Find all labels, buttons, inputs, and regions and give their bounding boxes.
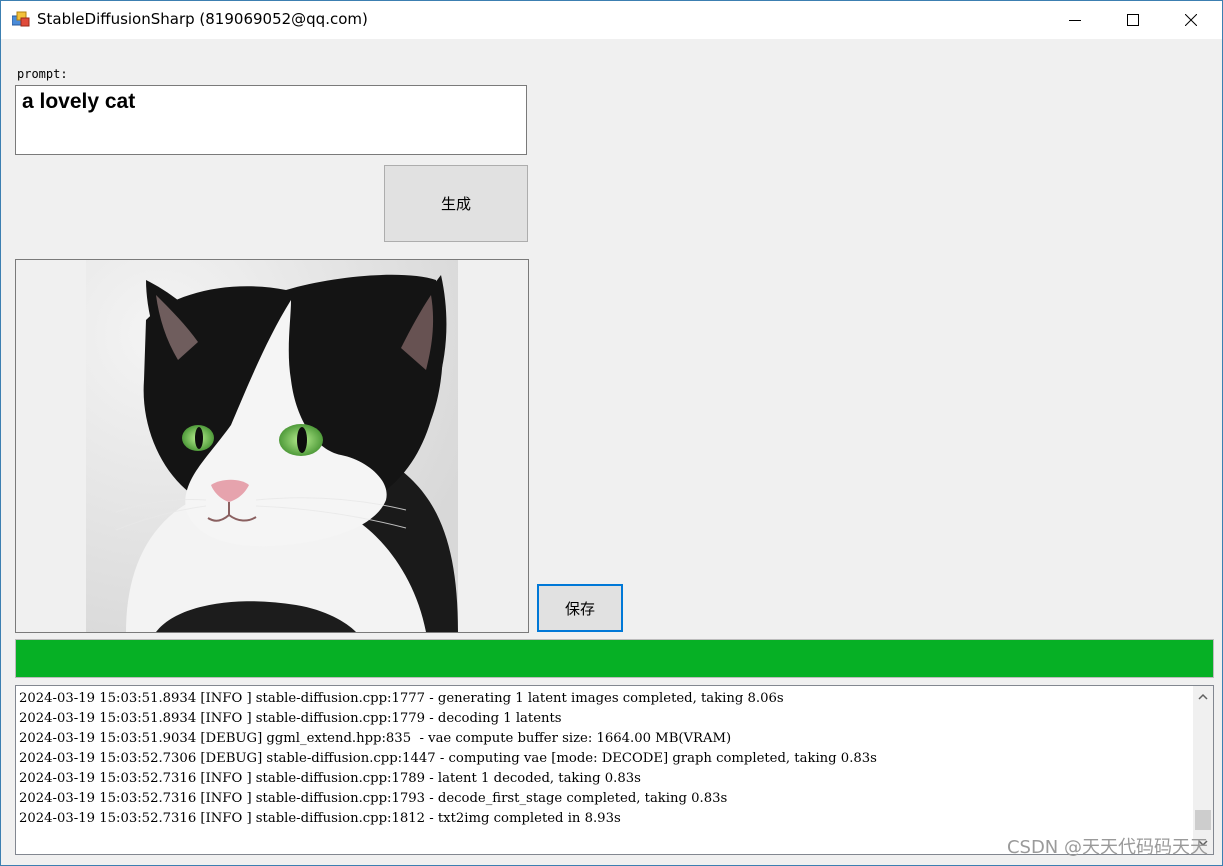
generate-button[interactable]: 生成 — [384, 165, 528, 242]
log-line: 2024-03-19 15:03:51.8934 [INFO ] stable-… — [19, 691, 784, 706]
prompt-text: a lovely cat — [22, 90, 136, 113]
scroll-up-button[interactable] — [1193, 686, 1213, 708]
window-title: StableDiffusionSharp (819069052@qq.com) — [37, 10, 368, 28]
minimize-icon — [1069, 20, 1081, 21]
cat-image — [86, 260, 458, 632]
save-button[interactable]: 保存 — [537, 584, 623, 632]
progress-bar — [15, 639, 1214, 678]
log-lines: 2024-03-19 15:03:51.8934 [INFO ] stable-… — [19, 689, 877, 829]
prompt-input[interactable]: a lovely cat — [15, 85, 527, 155]
image-preview — [15, 259, 529, 633]
title-bar[interactable]: StableDiffusionSharp (819069052@qq.com) — [1, 1, 1222, 39]
scroll-thumb[interactable] — [1195, 810, 1211, 830]
close-button[interactable] — [1162, 1, 1220, 39]
log-line: 2024-03-19 15:03:52.7316 [INFO ] stable-… — [19, 791, 728, 806]
log-line: 2024-03-19 15:03:52.7316 [INFO ] stable-… — [19, 771, 641, 786]
log-line: 2024-03-19 15:03:52.7306 [DEBUG] stable-… — [19, 751, 877, 766]
maximize-icon — [1127, 14, 1139, 26]
maximize-button[interactable] — [1104, 1, 1162, 39]
app-window: StableDiffusionSharp (819069052@qq.com) … — [0, 0, 1223, 866]
minimize-button[interactable] — [1046, 1, 1104, 39]
log-scrollbar[interactable] — [1193, 686, 1213, 854]
log-line: 2024-03-19 15:03:51.9034 [DEBUG] ggml_ex… — [19, 731, 732, 746]
progress-fill — [16, 640, 1213, 677]
log-line: 2024-03-19 15:03:52.7316 [INFO ] stable-… — [19, 811, 621, 826]
prompt-label: prompt: — [17, 67, 68, 81]
log-output[interactable]: 2024-03-19 15:03:51.8934 [INFO ] stable-… — [15, 685, 1214, 855]
log-line: 2024-03-19 15:03:51.8934 [INFO ] stable-… — [19, 711, 562, 726]
watermark: CSDN @天天代码码天天 — [1006, 837, 1208, 858]
chevron-up-icon — [1198, 693, 1208, 700]
app-icon — [12, 11, 30, 27]
close-icon — [1185, 14, 1197, 26]
